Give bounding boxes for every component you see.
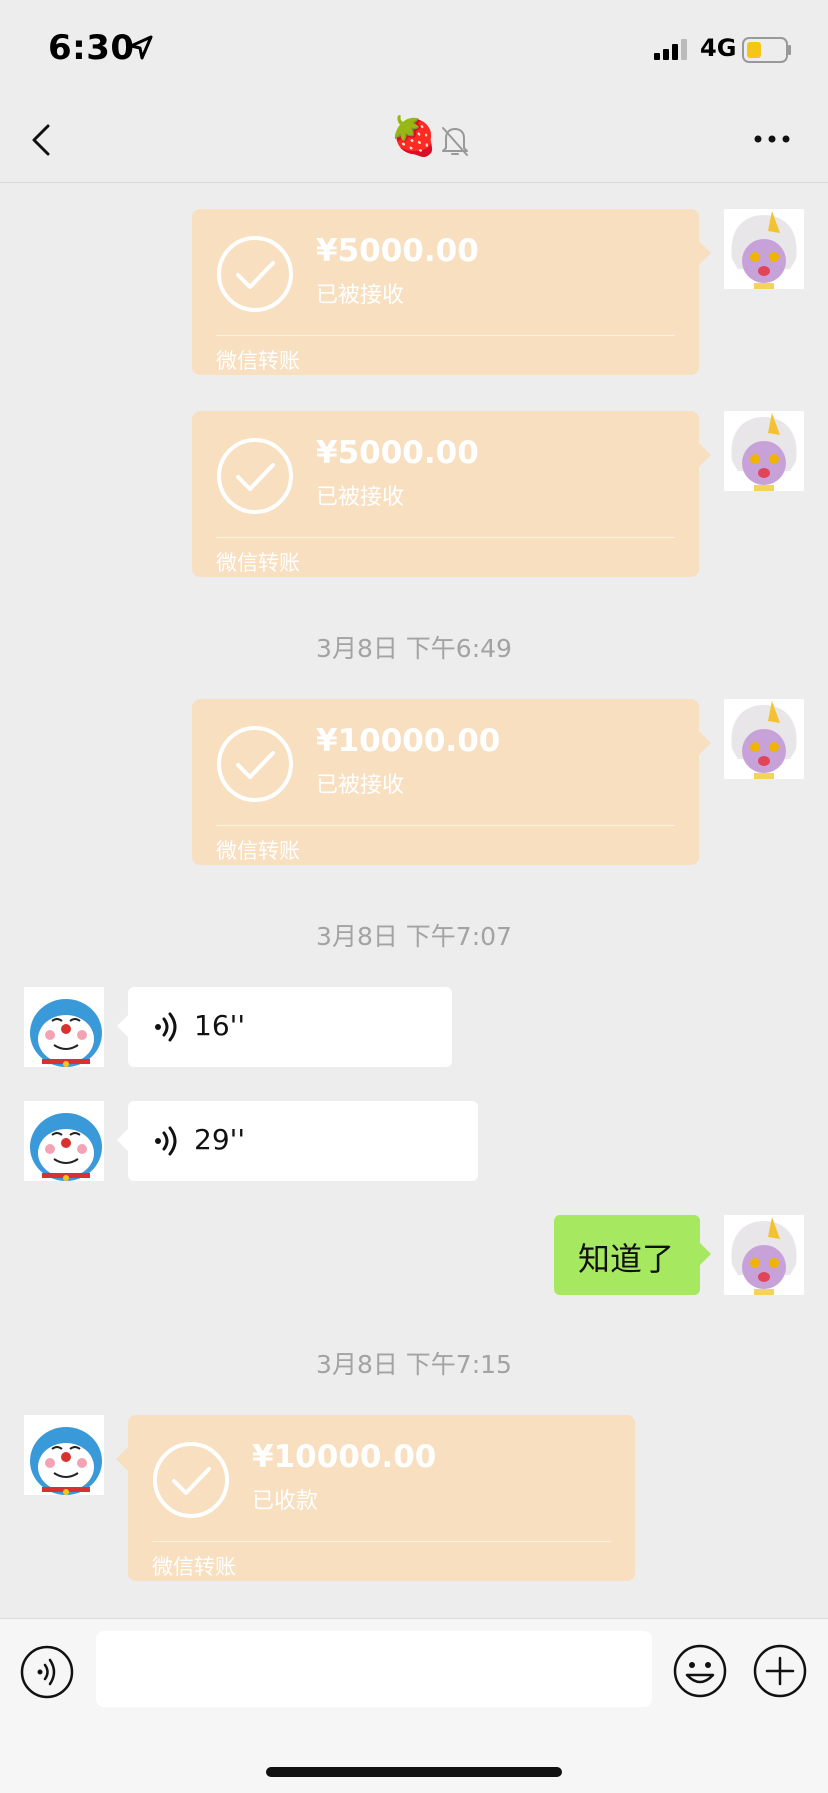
battery-icon (742, 37, 791, 63)
doraemon-avatar-icon (24, 1101, 104, 1181)
voice-message[interactable]: 29'' (117, 1101, 478, 1181)
transfer-card[interactable]: ¥5000.00 已被接收 微信转账 (192, 209, 711, 375)
network-type: 4G (700, 34, 737, 62)
transfer-status: 已被接收 (316, 773, 405, 798)
contact-avatar[interactable] (24, 1415, 104, 1495)
contact-avatar[interactable] (24, 1101, 104, 1181)
voice-duration: 29'' (194, 1123, 246, 1156)
transfer-card[interactable]: ¥10000.00 已被接收 微信转账 (192, 699, 711, 865)
anime-girl-avatar-icon (724, 699, 804, 779)
more-icon[interactable] (752, 124, 792, 154)
nav-bar: 🍓 (0, 100, 828, 183)
transfer-card[interactable]: ¥5000.00 已被接收 微信转账 (192, 411, 711, 577)
voice-duration: 16'' (194, 1009, 246, 1042)
plus-icon[interactable] (752, 1643, 808, 1699)
text-message[interactable]: 知道了 (554, 1215, 711, 1295)
transfer-footer: 微信转账 (152, 1555, 236, 1579)
transfer-footer: 微信转账 (216, 551, 300, 575)
transfer-amount: ¥10000.00 (316, 723, 501, 759)
status-bar: 6:30 4G (0, 0, 828, 100)
location-arrow-icon (129, 35, 153, 60)
check-circle-icon (153, 1442, 229, 1518)
voice-wave-icon (155, 1012, 177, 1042)
doraemon-avatar-icon (24, 1415, 104, 1495)
check-circle-icon (217, 236, 293, 312)
my-avatar[interactable] (724, 411, 804, 491)
anime-girl-avatar-icon (724, 411, 804, 491)
message-timestamp: 3月8日 下午7:07 (316, 922, 512, 951)
check-circle-icon (217, 726, 293, 802)
message-timestamp: 3月8日 下午7:15 (316, 1350, 512, 1379)
input-bar (0, 1618, 828, 1793)
transfer-card[interactable]: ¥10000.00 已收款 微信转账 (116, 1415, 635, 1581)
signal-icon (654, 39, 687, 60)
transfer-amount: ¥10000.00 (252, 1439, 437, 1475)
chat-message-list[interactable]: ¥5000.00 已被接收 微信转账 ¥5000.00 已被接收 微信转账 3月… (0, 183, 828, 1618)
transfer-status: 已被接收 (316, 485, 405, 510)
message-input[interactable] (96, 1631, 652, 1707)
chat-title: 🍓 (390, 114, 438, 158)
mute-bell-icon (442, 127, 468, 156)
transfer-amount: ¥5000.00 (316, 233, 479, 269)
anime-girl-avatar-icon (724, 1215, 804, 1295)
anime-girl-avatar-icon (724, 209, 804, 289)
my-avatar[interactable] (724, 1215, 804, 1295)
my-avatar[interactable] (724, 699, 804, 779)
transfer-amount: ¥5000.00 (316, 435, 479, 471)
emoji-icon[interactable] (672, 1643, 728, 1699)
home-indicator[interactable] (266, 1767, 562, 1777)
message-text: 知道了 (578, 1240, 675, 1278)
voice-wave-icon (155, 1126, 177, 1156)
status-time: 6:30 (48, 28, 135, 68)
check-circle-icon (217, 438, 293, 514)
message-timestamp: 3月8日 下午6:49 (316, 634, 512, 663)
transfer-footer: 微信转账 (216, 839, 300, 863)
transfer-status: 已被接收 (316, 283, 405, 308)
voice-input-button[interactable] (20, 1645, 74, 1699)
transfer-status: 已收款 (252, 1489, 319, 1514)
transfer-footer: 微信转账 (216, 349, 300, 373)
my-avatar[interactable] (724, 209, 804, 289)
back-icon[interactable] (24, 118, 64, 162)
contact-avatar[interactable] (24, 987, 104, 1067)
doraemon-avatar-icon (24, 987, 104, 1067)
voice-message[interactable]: 16'' (117, 987, 452, 1067)
